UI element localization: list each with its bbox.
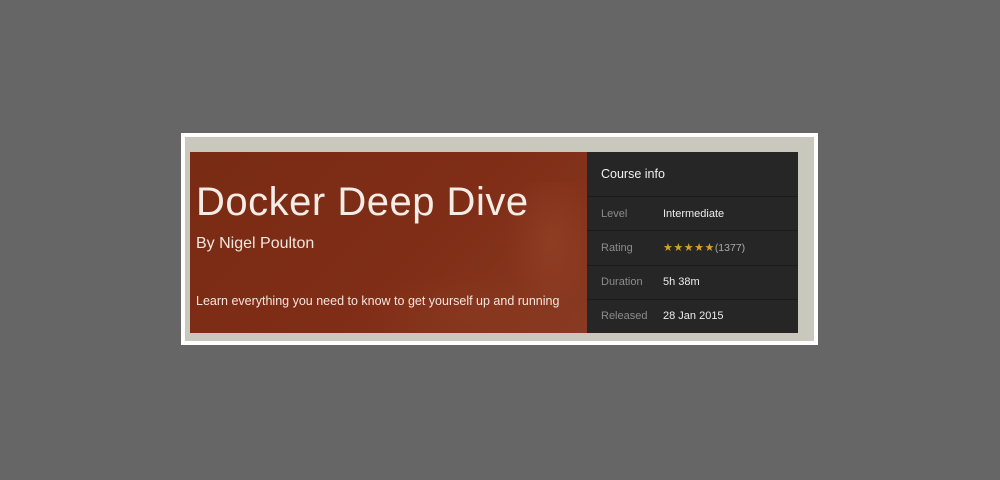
course-description: Learn everything you need to know to get… xyxy=(196,294,560,308)
course-info-heading: Course info xyxy=(587,152,798,197)
rating-stars-icon: ★★★★★ xyxy=(663,242,715,255)
info-row-level: Level Intermediate xyxy=(587,197,798,232)
info-row-rating: Rating ★★★★★(1377) xyxy=(587,231,798,266)
course-info-panel: Course info Level Intermediate Rating ★★… xyxy=(587,152,798,333)
rating-value: ★★★★★(1377) xyxy=(663,241,745,254)
level-label: Level xyxy=(601,207,628,220)
rating-label: Rating xyxy=(601,241,633,254)
course-title: Docker Deep Dive xyxy=(196,180,529,224)
duration-label: Duration xyxy=(601,276,643,289)
course-card: Docker Deep Dive By Nigel Poulton Learn … xyxy=(190,152,798,333)
course-card-frame: Docker Deep Dive By Nigel Poulton Learn … xyxy=(181,133,818,345)
card-mat: Docker Deep Dive By Nigel Poulton Learn … xyxy=(185,137,814,341)
course-author: By Nigel Poulton xyxy=(196,235,315,252)
info-row-duration: Duration 5h 38m xyxy=(587,266,798,300)
level-value: Intermediate xyxy=(663,207,725,220)
released-value: 28 Jan 2015 xyxy=(663,310,724,323)
info-row-released: Released 28 Jan 2015 xyxy=(587,300,798,333)
released-label: Released xyxy=(601,310,648,323)
rating-count: (1377) xyxy=(714,242,746,255)
duration-value: 5h 38m xyxy=(663,276,700,289)
course-hero: Docker Deep Dive By Nigel Poulton Learn … xyxy=(190,152,587,333)
